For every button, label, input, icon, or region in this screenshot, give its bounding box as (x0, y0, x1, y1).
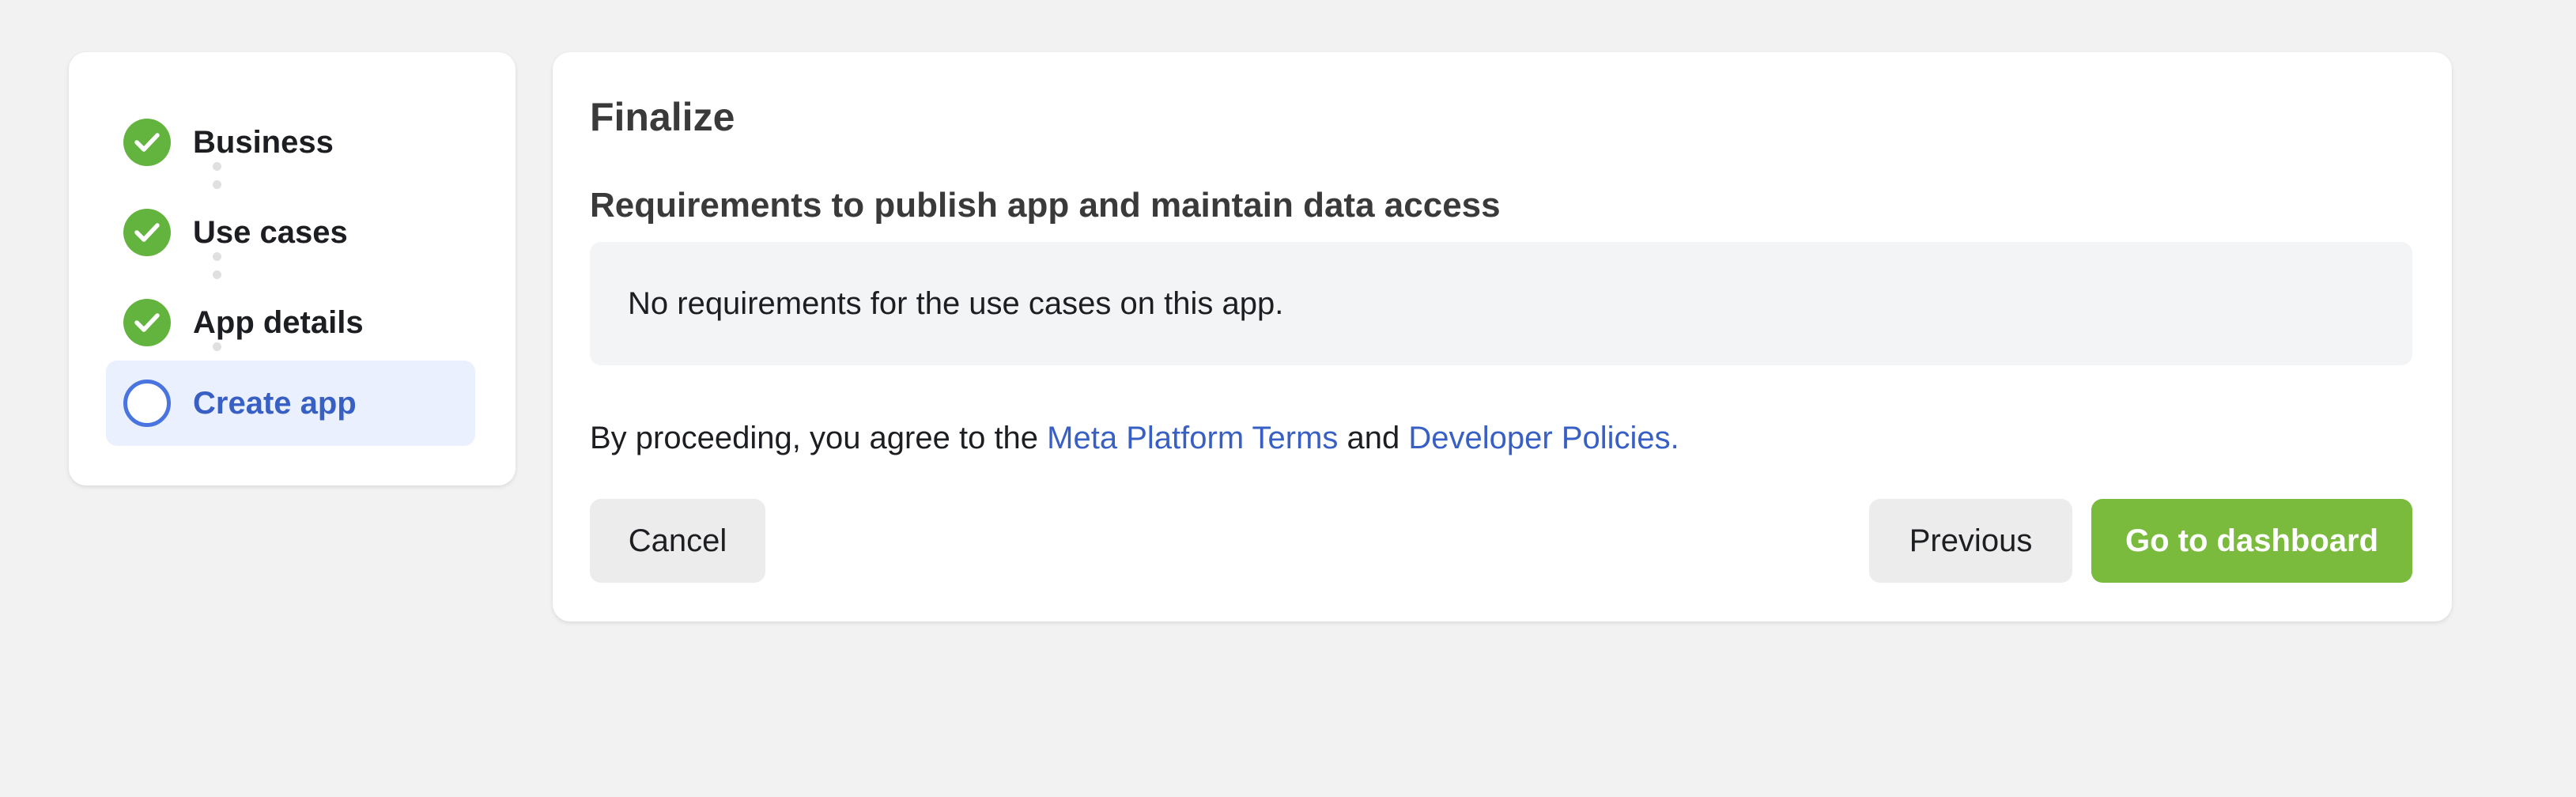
check-circle-icon (123, 299, 171, 346)
step-label: Use cases (193, 215, 348, 250)
meta-platform-terms-link[interactable]: Meta Platform Terms (1047, 421, 1338, 455)
go-to-dashboard-button[interactable]: Go to dashboard (2091, 499, 2412, 583)
cancel-button[interactable]: Cancel (590, 499, 765, 583)
terms-middle: and (1338, 421, 1409, 455)
requirements-heading: Requirements to publish app and maintain… (590, 186, 1501, 225)
connector-dot (213, 252, 221, 261)
stepper-card: Business Use cases App details Create ap… (69, 52, 516, 485)
terms-text: By proceeding, you agree to the Meta Pla… (590, 417, 1679, 459)
check-circle-icon (123, 209, 171, 256)
step-business[interactable]: Business (106, 100, 475, 185)
step-use-cases[interactable]: Use cases (106, 190, 475, 275)
requirements-box: No requirements for the use cases on thi… (590, 242, 2412, 365)
connector-dot (213, 342, 221, 351)
check-circle-icon (123, 119, 171, 166)
connector-dot (213, 180, 221, 189)
step-label: Business (193, 125, 334, 160)
step-label: Create app (193, 386, 357, 421)
requirements-message: No requirements for the use cases on thi… (628, 286, 1284, 321)
previous-button[interactable]: Previous (1869, 499, 2072, 583)
page-title: Finalize (590, 95, 735, 139)
step-create-app[interactable]: Create app (106, 361, 475, 446)
connector-dot (213, 162, 221, 171)
terms-prefix: By proceeding, you agree to the (590, 421, 1048, 455)
step-label: App details (193, 305, 364, 340)
step-app-details[interactable]: App details (106, 280, 475, 365)
finalize-card: Finalize Requirements to publish app and… (553, 52, 2452, 621)
connector-dot (213, 270, 221, 279)
developer-policies-link[interactable]: Developer Policies. (1408, 421, 1679, 455)
empty-circle-icon (123, 380, 171, 427)
